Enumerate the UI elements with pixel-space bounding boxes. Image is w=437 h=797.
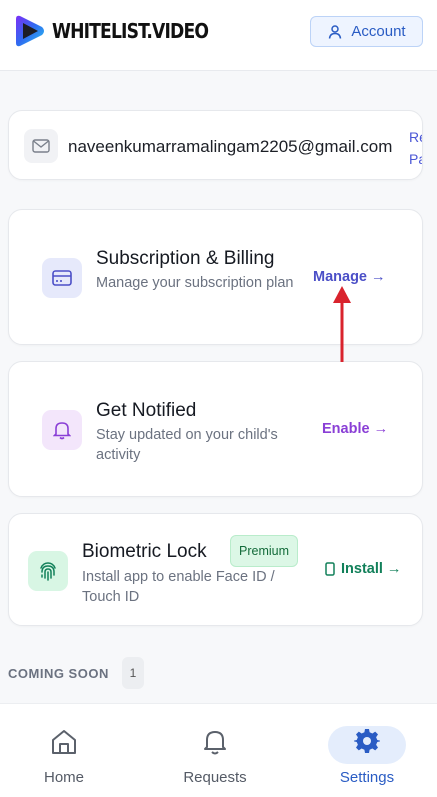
app-header: WHITELIST.VIDEO Account (0, 0, 437, 71)
play-logo-icon (16, 15, 44, 47)
premium-badge: Premium (230, 535, 299, 567)
notifications-card[interactable]: Get Notified Stay updated on your child'… (8, 361, 423, 497)
user-icon (329, 24, 342, 39)
bell-icon-box (42, 410, 82, 450)
account-label: Account (351, 23, 406, 40)
biometric-title: Biometric Lock (82, 541, 207, 562)
enable-notifications-link[interactable]: Enable → (322, 421, 388, 437)
email-card: naveenkumarramalingam2205@gmail.com Re P… (8, 110, 423, 180)
reset-password-link[interactable]: Re Pass (409, 126, 422, 170)
email-icon-box (24, 129, 58, 163)
subscription-card[interactable]: Subscription & Billing Manage your subsc… (8, 209, 423, 345)
notifications-title: Get Notified (96, 400, 197, 421)
manage-subscription-link[interactable]: Manage → (313, 269, 386, 285)
phone-icon (325, 562, 335, 576)
credit-card-icon (52, 270, 72, 286)
biometric-card[interactable]: Biometric Lock Install app to enable Fac… (8, 513, 423, 626)
subscription-title: Subscription & Billing (96, 248, 275, 269)
account-button[interactable]: Account (310, 16, 423, 47)
bottom-navigation: Home Requests Settings (0, 703, 437, 797)
coming-soon-heading: COMING SOON (8, 666, 109, 681)
gear-icon (354, 729, 380, 753)
bell-icon (53, 422, 71, 440)
brand-logo[interactable]: WHITELIST.VIDEO (12, 13, 234, 49)
install-app-link[interactable]: Install → (325, 561, 401, 577)
biometric-description: Install app to enable Face ID / Touch ID (82, 569, 275, 605)
mail-icon (32, 139, 50, 153)
brand-name: WHITELIST.VIDEO (52, 19, 209, 43)
credit-card-icon-box (42, 258, 82, 298)
home-icon (52, 730, 76, 754)
subscription-description: Manage your subscription plan (96, 275, 294, 291)
coming-soon-count: 1 (122, 657, 144, 689)
annotation-arrow-icon (333, 286, 351, 362)
account-email: naveenkumarramalingam2205@gmail.com (68, 137, 393, 156)
nav-home[interactable]: Home (14, 704, 114, 797)
nav-settings[interactable]: Settings (317, 704, 417, 797)
bell-icon (204, 731, 226, 755)
fingerprint-icon-box (28, 551, 68, 591)
fingerprint-icon (40, 562, 56, 581)
nav-requests[interactable]: Requests (165, 704, 265, 797)
notifications-description: Stay updated on your child's activity (96, 427, 278, 463)
